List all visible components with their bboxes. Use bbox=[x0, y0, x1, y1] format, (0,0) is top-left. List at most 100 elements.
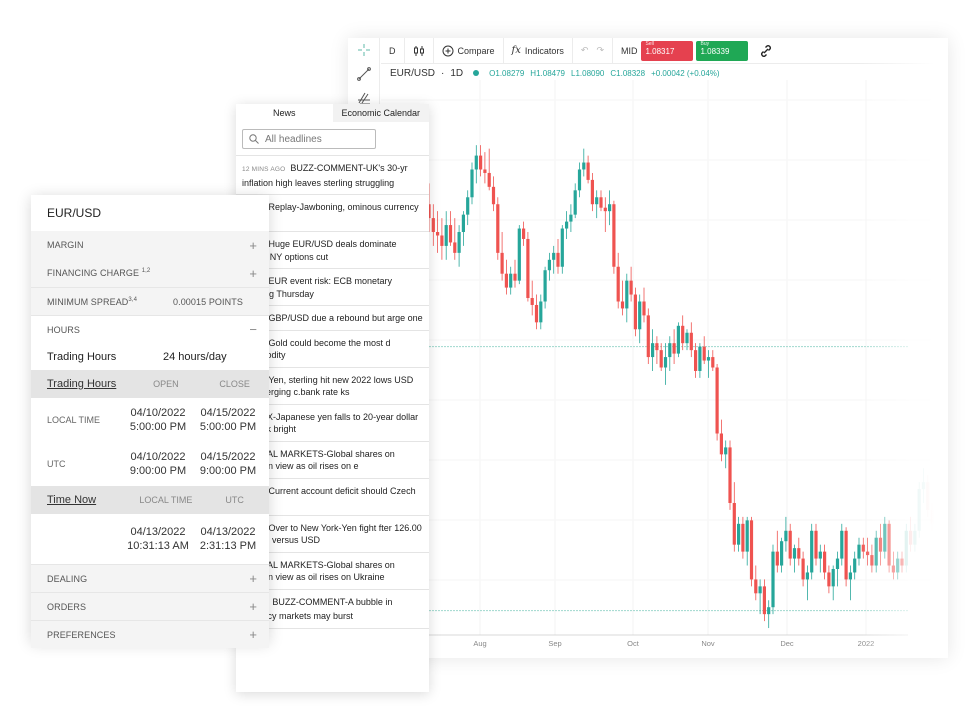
candle bbox=[805, 565, 809, 601]
search-placeholder: All headlines bbox=[265, 133, 322, 145]
candle bbox=[715, 364, 719, 441]
candle-body bbox=[870, 555, 874, 566]
candle bbox=[749, 516, 754, 587]
open-column-header: OPEN bbox=[153, 379, 179, 389]
sell-button[interactable]: Sell 1.08317 bbox=[641, 40, 694, 61]
candle bbox=[737, 516, 741, 552]
trend-line-icon bbox=[357, 67, 371, 81]
price-mode-button[interactable]: MID bbox=[613, 38, 642, 64]
x-tick-label: 2022 bbox=[858, 639, 875, 648]
undo-icon[interactable]: ↶ bbox=[581, 45, 589, 56]
headline-search-input[interactable]: All headlines bbox=[242, 129, 376, 149]
candle-body bbox=[775, 551, 779, 566]
candle-body bbox=[466, 197, 470, 215]
candle-body bbox=[608, 204, 612, 212]
candle-body bbox=[891, 565, 895, 573]
candle bbox=[633, 287, 637, 337]
candle bbox=[681, 315, 685, 351]
candle-body bbox=[663, 357, 668, 368]
candle-body bbox=[900, 558, 904, 566]
financing-charge-section[interactable]: FINANCING CHARGE 1,2 + bbox=[31, 259, 269, 287]
chart-window: D Compare fx Indicators ↶ ↷ MID Sell 1.0… bbox=[348, 37, 948, 658]
margin-section[interactable]: MARGIN + bbox=[31, 231, 269, 259]
candle-body bbox=[853, 558, 857, 573]
row-label: LOCAL TIME bbox=[47, 415, 101, 425]
candle bbox=[612, 200, 616, 274]
tab-news[interactable]: News bbox=[236, 104, 333, 122]
collapse-minus-icon[interactable]: − bbox=[249, 322, 257, 337]
candle bbox=[504, 259, 508, 295]
trading-hours-link[interactable]: Trading Hours bbox=[47, 378, 131, 390]
candle-body bbox=[440, 235, 444, 246]
preferences-section[interactable]: PREFERENCES + bbox=[31, 620, 269, 648]
legend-high: H1.08479 bbox=[530, 68, 565, 78]
expand-plus-icon[interactable]: + bbox=[249, 599, 257, 614]
candlestick-chart[interactable]: Aug Sep Oct Nov Dec 2022 bbox=[381, 80, 948, 658]
candle bbox=[891, 551, 895, 580]
candle-body bbox=[749, 520, 754, 580]
trend-line-tool-button[interactable] bbox=[348, 62, 380, 86]
candle bbox=[646, 308, 650, 365]
candle bbox=[767, 600, 771, 629]
candle-body bbox=[612, 204, 616, 267]
candle bbox=[461, 211, 465, 246]
expand-plus-icon[interactable]: + bbox=[249, 627, 257, 642]
x-tick-label: Nov bbox=[701, 639, 715, 648]
candle-body bbox=[792, 548, 797, 559]
news-headline: BUZZ-GBP/USD due a rebound but arge one bbox=[242, 313, 423, 323]
candle bbox=[620, 280, 625, 316]
candle bbox=[848, 565, 852, 601]
candle bbox=[797, 537, 801, 566]
utc-time: 2:31:13 PM bbox=[199, 540, 257, 552]
time-now-link[interactable]: Time Now bbox=[47, 494, 131, 506]
candle bbox=[724, 440, 728, 469]
news-tabs: News Economic Calendar bbox=[236, 104, 429, 122]
candle-body bbox=[814, 530, 818, 559]
orders-section[interactable]: ORDERS + bbox=[31, 592, 269, 620]
compare-button[interactable]: Compare bbox=[434, 37, 504, 64]
x-tick-label: Dec bbox=[780, 639, 794, 648]
candle bbox=[741, 516, 745, 559]
candle-body bbox=[560, 228, 564, 267]
trading-hours-label: Trading Hours bbox=[47, 350, 117, 363]
candle bbox=[883, 516, 887, 559]
indicators-button[interactable]: fx Indicators bbox=[504, 37, 573, 64]
dealing-section[interactable]: DEALING + bbox=[31, 564, 269, 592]
candle bbox=[810, 523, 814, 580]
news-timestamp: 12 MINS AGO bbox=[242, 166, 286, 173]
search-icon bbox=[249, 134, 259, 144]
candle bbox=[616, 252, 620, 309]
candle-body bbox=[595, 197, 599, 205]
candle bbox=[487, 148, 491, 191]
interval-button[interactable]: D bbox=[381, 37, 405, 64]
buy-label: Buy bbox=[700, 40, 710, 47]
candle-body bbox=[496, 204, 500, 253]
buy-button[interactable]: Buy 1.08339 bbox=[696, 40, 749, 61]
candle bbox=[861, 537, 865, 559]
crosshair-tool-button[interactable] bbox=[348, 38, 380, 62]
candle bbox=[844, 527, 848, 587]
expand-plus-icon[interactable]: + bbox=[249, 238, 257, 253]
link-button[interactable] bbox=[751, 38, 781, 64]
open-time: 9:00:00 PM bbox=[129, 465, 187, 477]
chart-toolbar: D Compare fx Indicators ↶ ↷ MID Sell 1.0… bbox=[381, 37, 948, 64]
expand-plus-icon[interactable]: + bbox=[249, 571, 257, 586]
candle-body bbox=[552, 252, 556, 260]
chart-type-button[interactable] bbox=[405, 37, 434, 64]
candle-body bbox=[857, 544, 861, 559]
candle bbox=[436, 211, 440, 253]
tab-economic-calendar[interactable]: Economic Calendar bbox=[332, 104, 429, 122]
expand-plus-icon[interactable]: + bbox=[249, 266, 257, 281]
candle-body bbox=[913, 530, 917, 545]
candle bbox=[792, 544, 797, 573]
trading-hours-value: 24 hours/day bbox=[163, 350, 227, 363]
candle-body bbox=[921, 482, 926, 490]
hours-header[interactable]: HOURS − bbox=[31, 315, 269, 343]
candle bbox=[642, 287, 646, 323]
candle-body bbox=[620, 301, 625, 309]
candle-body bbox=[771, 551, 775, 608]
news-item[interactable]: 12 MINS AGO BUZZ-COMMENT-UK's 30-yr infla… bbox=[236, 156, 429, 195]
redo-icon[interactable]: ↷ bbox=[596, 45, 604, 56]
candle bbox=[706, 350, 711, 378]
candle-body bbox=[586, 162, 590, 180]
